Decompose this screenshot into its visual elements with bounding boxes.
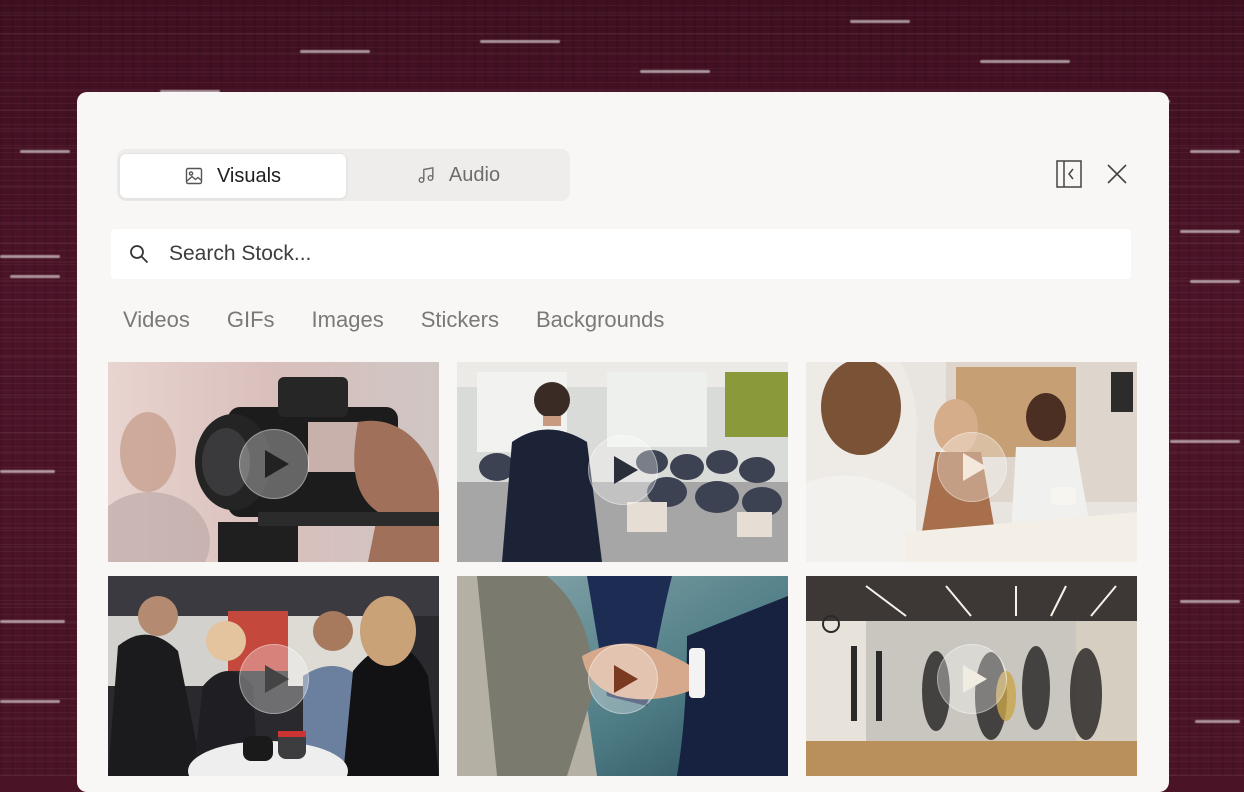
backdrop-streak bbox=[640, 70, 710, 73]
result-tile-office-walk[interactable] bbox=[806, 576, 1137, 776]
result-tile-conference-speaker[interactable] bbox=[457, 362, 788, 562]
media-type-switch: Visuals Audio bbox=[117, 149, 570, 201]
result-tile-trade-show[interactable] bbox=[108, 576, 439, 776]
collapse-panel-icon[interactable] bbox=[1055, 160, 1083, 188]
backdrop-streak bbox=[0, 620, 65, 623]
backdrop-streak bbox=[20, 150, 70, 153]
result-tile-camera-filming[interactable] bbox=[108, 362, 439, 562]
backdrop-streak bbox=[1195, 720, 1240, 723]
stock-media-panel: Visuals Audio Search Stock... Videos GIF… bbox=[77, 92, 1169, 792]
result-tile-desk-interview[interactable] bbox=[806, 362, 1137, 562]
backdrop-streak bbox=[480, 40, 560, 43]
close-icon[interactable] bbox=[1103, 160, 1131, 188]
search-icon bbox=[111, 244, 167, 264]
tab-visuals-label: Visuals bbox=[216, 164, 282, 187]
backdrop-streak bbox=[980, 60, 1070, 63]
play-icon bbox=[588, 644, 658, 714]
play-icon bbox=[937, 644, 1007, 714]
play-icon bbox=[239, 429, 309, 499]
search-input[interactable] bbox=[167, 241, 1071, 267]
backdrop-streak bbox=[1180, 600, 1240, 603]
filter-stickers[interactable]: Stickers bbox=[421, 307, 499, 333]
filter-backgrounds[interactable]: Backgrounds bbox=[536, 307, 664, 333]
backdrop-streak bbox=[1170, 440, 1240, 443]
search-bar bbox=[111, 229, 1131, 279]
play-icon bbox=[588, 435, 658, 505]
filter-gifs[interactable]: GIFs bbox=[227, 307, 275, 333]
backdrop-streak bbox=[0, 700, 60, 703]
filter-videos[interactable]: Videos bbox=[123, 307, 190, 333]
backdrop-streak bbox=[300, 50, 370, 53]
tab-visuals[interactable]: Visuals bbox=[119, 153, 347, 199]
backdrop-streak bbox=[850, 20, 910, 23]
backdrop-streak bbox=[1190, 150, 1240, 153]
result-tile-handshake[interactable] bbox=[457, 576, 788, 776]
image-icon bbox=[185, 167, 203, 185]
backdrop-streak bbox=[1190, 280, 1240, 283]
tab-audio[interactable]: Audio bbox=[349, 153, 568, 197]
play-icon bbox=[937, 432, 1007, 502]
filter-images[interactable]: Images bbox=[312, 307, 384, 333]
backdrop-streak bbox=[0, 255, 60, 258]
play-icon bbox=[239, 644, 309, 714]
backdrop-streak bbox=[1180, 230, 1240, 233]
music-note-icon bbox=[417, 166, 435, 184]
tab-audio-label: Audio bbox=[448, 163, 501, 186]
backdrop-streak bbox=[10, 275, 60, 278]
backdrop-streak bbox=[0, 470, 55, 473]
category-filters: Videos GIFs Images Stickers Backgrounds bbox=[123, 307, 701, 333]
